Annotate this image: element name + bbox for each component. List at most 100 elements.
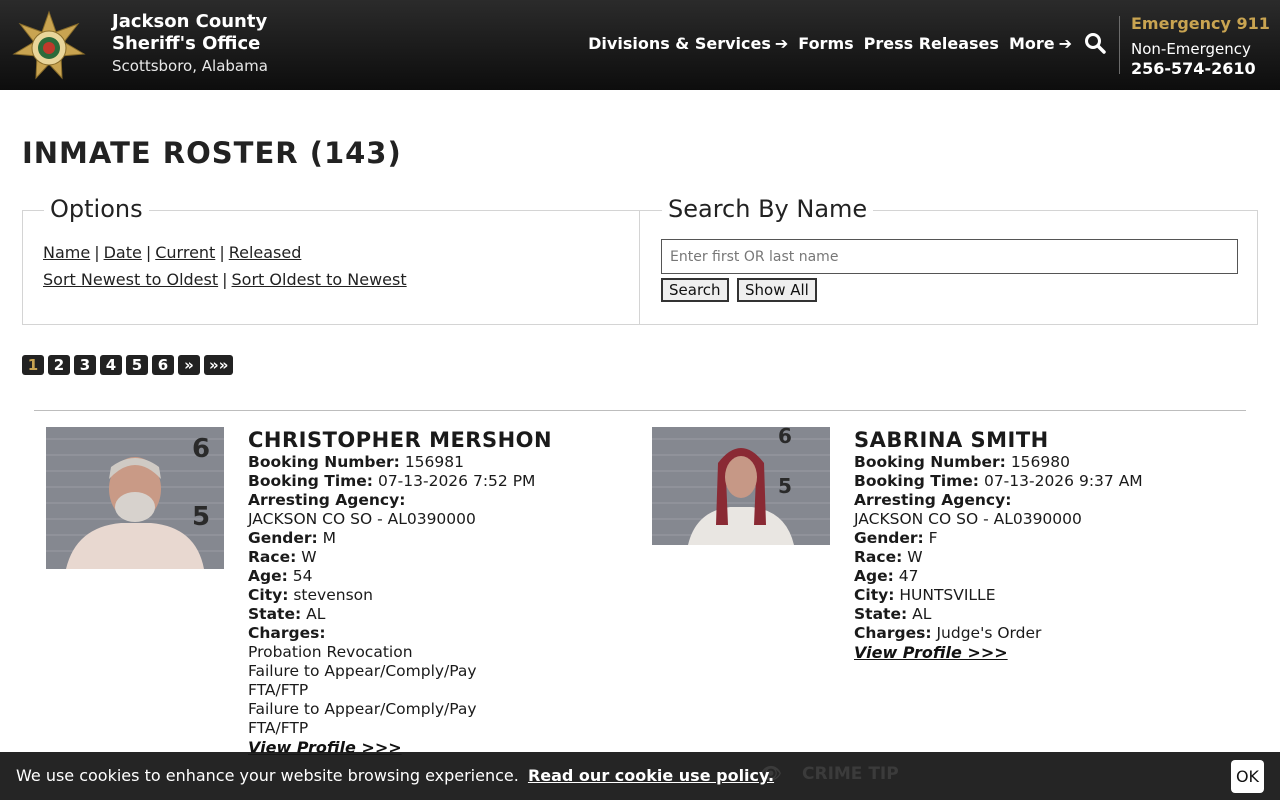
- cookie-message: We use cookies to enhance your website b…: [16, 766, 774, 785]
- state-row: State: AL: [854, 605, 1214, 624]
- field-label: City:: [854, 586, 895, 604]
- filter-current-link[interactable]: Current: [155, 243, 215, 262]
- inmate-name: SABRINA SMITH: [854, 428, 1049, 452]
- inmate-details: SABRINA SMITH Booking Number: 156980 Boo…: [854, 427, 1214, 662]
- charge-item: Failure to Appear/Comply/Pay: [248, 662, 477, 680]
- cookie-policy-link[interactable]: Read our cookie use policy.: [528, 766, 774, 785]
- emergency-number[interactable]: Emergency 911: [1131, 13, 1270, 35]
- charge-item: FTA/FTP: [248, 719, 309, 737]
- gender: F: [928, 529, 938, 547]
- gender-row: Gender: M: [248, 529, 608, 548]
- booking-number: 156981: [404, 453, 464, 471]
- svg-text:5: 5: [778, 474, 792, 498]
- age-row: Age: 54: [248, 567, 608, 586]
- options-legend: Options: [44, 195, 149, 223]
- charge-item: FTA/FTP: [248, 681, 309, 699]
- field-label: Age:: [248, 567, 288, 585]
- booking-number: 156980: [1010, 453, 1070, 471]
- search-legend: Search By Name: [662, 195, 874, 223]
- nav-label: Press Releases: [863, 33, 999, 53]
- section-divider: [34, 410, 1246, 411]
- nav-divisions-services[interactable]: Divisions & Services ➔: [588, 34, 788, 53]
- separator: |: [219, 243, 225, 262]
- field-label: Gender:: [248, 529, 318, 547]
- race: W: [907, 548, 923, 566]
- sort-newest-link[interactable]: Sort Newest to Oldest: [43, 270, 218, 289]
- view-profile-link[interactable]: View Profile >>>: [854, 643, 1214, 662]
- options-panel: Options Name | Date | Current | Released Sort …: [22, 195, 640, 325]
- cookie-ok-button[interactable]: OK: [1231, 760, 1264, 793]
- arresting-agency-label: Arresting Agency:: [248, 491, 608, 510]
- booking-number-row: Booking Number: 156981: [248, 453, 608, 472]
- filter-released-link[interactable]: Released: [229, 243, 302, 262]
- nav-more[interactable]: More ➔: [1009, 34, 1072, 53]
- search-button[interactable]: Search: [661, 278, 729, 302]
- booking-time-row: Booking Time: 07-13-2026 9:37 AM: [854, 472, 1214, 491]
- page-3-button[interactable]: 3: [74, 355, 96, 375]
- age-row: Age: 47: [854, 567, 1214, 586]
- brand-block[interactable]: Jackson County Sheriff's Office Scottsbo…: [112, 11, 268, 77]
- inmate-name: CHRISTOPHER MERSHON: [248, 428, 553, 452]
- state: AL: [306, 605, 326, 623]
- charges-label: Charges:: [248, 624, 608, 643]
- field-label: Booking Number:: [854, 453, 1006, 471]
- booking-time-row: Booking Time: 07-13-2026 7:52 PM: [248, 472, 608, 491]
- age: 54: [292, 567, 313, 585]
- field-label: Booking Time:: [248, 472, 374, 490]
- page-6-button[interactable]: 6: [152, 355, 174, 375]
- field-label: Booking Number:: [248, 453, 400, 471]
- gender-row: Gender: F: [854, 529, 1214, 548]
- field-label: Race:: [248, 548, 297, 566]
- page-title: INMATE ROSTER (143): [22, 136, 402, 170]
- field-label: Age:: [854, 567, 894, 585]
- city: HUNTSVILLE: [899, 586, 996, 604]
- org-location: Scottsboro, Alabama: [112, 57, 268, 75]
- nav-press-releases[interactable]: Press Releases: [864, 34, 999, 53]
- search-icon[interactable]: [1084, 32, 1106, 54]
- non-emergency-label: Non-Emergency: [1131, 40, 1251, 58]
- race: W: [301, 548, 317, 566]
- nav-label: More: [1008, 33, 1055, 53]
- charge-item: Judge's Order: [936, 624, 1042, 642]
- org-name-line2: Sheriff's Office: [112, 33, 261, 54]
- header-divider: [1119, 16, 1120, 74]
- race-row: Race: W: [854, 548, 1214, 567]
- sheriff-badge-logo[interactable]: [12, 10, 86, 80]
- site-header: Jackson County Sheriff's Office Scottsbo…: [0, 0, 1280, 90]
- last-page-button[interactable]: »»: [204, 355, 234, 375]
- svg-text:5: 5: [192, 502, 210, 532]
- city-row: City: HUNTSVILLE: [854, 586, 1214, 605]
- separator: |: [94, 243, 100, 262]
- field-label: Arresting Agency:: [248, 491, 406, 509]
- field-label: Race:: [854, 548, 903, 566]
- arrow-right-icon: ➔: [774, 33, 789, 53]
- main-nav: Divisions & Services ➔ Forms Press Relea…: [588, 32, 1106, 54]
- sort-by-date-link[interactable]: Date: [104, 243, 142, 262]
- inmate-mugshot[interactable]: 6 5: [46, 427, 224, 569]
- nav-label: Forms: [798, 33, 854, 53]
- page-5-button[interactable]: 5: [126, 355, 148, 375]
- field-label: State:: [248, 605, 302, 623]
- cookie-text: We use cookies to enhance your website b…: [16, 766, 519, 785]
- nav-label: Divisions & Services: [588, 33, 771, 53]
- page-2-button[interactable]: 2: [48, 355, 70, 375]
- cookie-banner: 👁 CRIME TIP We use cookies to enhance yo…: [0, 752, 1280, 800]
- next-page-button[interactable]: »: [178, 355, 200, 375]
- page-1-button[interactable]: 1: [22, 355, 44, 375]
- state-row: State: AL: [248, 605, 608, 624]
- non-emergency-phone[interactable]: 256-574-2610: [1131, 61, 1270, 77]
- nav-forms[interactable]: Forms: [798, 34, 853, 53]
- name-search-input[interactable]: [661, 239, 1238, 274]
- sort-order-links: Sort Newest to Oldest | Sort Oldest to New…: [43, 270, 407, 289]
- booking-time: 07-13-2026 9:37 AM: [983, 472, 1143, 490]
- svg-text:6: 6: [192, 434, 210, 464]
- inmate-mugshot[interactable]: 6 5: [652, 427, 830, 545]
- city-row: City: stevenson: [248, 586, 608, 605]
- sort-oldest-link[interactable]: Sort Oldest to Newest: [232, 270, 407, 289]
- org-name-line1: Jackson County: [112, 11, 268, 32]
- sort-by-name-link[interactable]: Name: [43, 243, 90, 262]
- show-all-button[interactable]: Show All: [737, 278, 817, 302]
- booking-time: 07-13-2026 7:52 PM: [377, 472, 536, 490]
- arresting-agency-label: Arresting Agency:: [854, 491, 1214, 510]
- page-4-button[interactable]: 4: [100, 355, 122, 375]
